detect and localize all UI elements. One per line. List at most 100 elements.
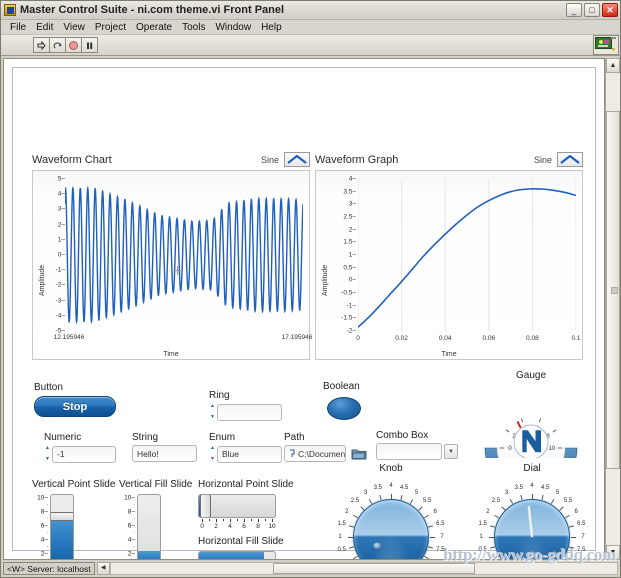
combo-box-label: Combo Box xyxy=(376,430,429,441)
combo-box-input[interactable] xyxy=(376,443,442,460)
ytick: -2– xyxy=(55,281,65,289)
numeric-input[interactable]: -1 xyxy=(52,445,116,463)
menu-help[interactable]: Help xyxy=(257,22,288,33)
gauge-face[interactable]: 0246810 xyxy=(476,384,586,458)
ytick: -0.5– xyxy=(341,289,356,297)
string-label: String xyxy=(132,432,159,443)
scale-tick-label: 7 xyxy=(440,534,444,540)
numeric-control: Numeric ▲ ▼ -1 xyxy=(44,432,116,463)
scale-tick-mark xyxy=(424,514,429,519)
chevron-down-icon[interactable]: ▼ xyxy=(444,444,458,459)
vertical-scroll-track[interactable] xyxy=(606,73,620,545)
pause-icon[interactable] xyxy=(81,37,98,53)
menu-window[interactable]: Window xyxy=(211,22,257,33)
vertical-point-slide-thumb[interactable] xyxy=(51,512,73,522)
vertical-scrollbar[interactable]: ▲ ▼ xyxy=(605,58,620,560)
front-panel-canvas: Waveform Chart Sine Amplitude 5– 4– 3– 2– 1–… xyxy=(3,58,605,560)
close-button[interactable]: ✕ xyxy=(602,3,618,17)
path-input[interactable]: C:\Documents xyxy=(284,445,346,462)
stepper-down-icon[interactable]: ▼ xyxy=(209,456,216,463)
waveform-chart-plot[interactable]: Amplitude 5– 4– 3– 2– 1– 0– -1– -2– -3– -4– -5– 12… xyxy=(32,170,312,360)
ring-row: ▲ ▼ xyxy=(209,403,282,421)
xtick: 0.04 xyxy=(438,335,452,342)
scale-tick-mark xyxy=(400,494,403,500)
knob-face[interactable]: 00.511.522.533.544.555.566.577.588.599.5… xyxy=(329,477,453,559)
enum-label: Enum xyxy=(209,432,236,443)
scale-tick-label: 7 xyxy=(581,534,585,540)
menu-operate[interactable]: Operate xyxy=(132,22,178,33)
abort-execution-icon[interactable] xyxy=(65,37,82,53)
waveform-graph-header: Waveform Graph Sine xyxy=(315,151,583,168)
dial-face[interactable]: 00.511.522.533.544.555.566.577.588.599.5… xyxy=(470,477,594,559)
horizontal-point-slide-scale: 0 2 4 6 8 10 xyxy=(198,519,276,531)
ring-stepper[interactable]: ▲ ▼ xyxy=(209,403,216,421)
ytick: -1– xyxy=(346,302,356,310)
stop-button[interactable]: Stop xyxy=(34,396,116,417)
run-arrow-icon[interactable] xyxy=(33,37,50,53)
boolean-led-button[interactable] xyxy=(327,397,361,420)
run-continuously-icon[interactable] xyxy=(49,37,66,53)
enum-input[interactable]: Blue xyxy=(217,445,282,463)
scale-tick-label: 5 xyxy=(555,489,560,496)
slide-tick-mark xyxy=(216,519,217,522)
svg-text:10: 10 xyxy=(549,446,556,452)
ytick: 0.5– xyxy=(343,264,356,272)
menu-view[interactable]: View xyxy=(59,22,91,33)
stepper-up-icon[interactable]: ▲ xyxy=(209,445,216,452)
menu-file[interactable]: File xyxy=(6,22,32,33)
ring-input[interactable] xyxy=(217,403,282,421)
string-control: String Hello! xyxy=(132,432,197,462)
horizontal-scroll-track[interactable] xyxy=(109,562,618,575)
ytick: 0– xyxy=(348,276,356,284)
browse-folder-button[interactable] xyxy=(350,446,368,462)
stepper-up-icon[interactable]: ▲ xyxy=(209,403,216,410)
minimize-button[interactable]: _ xyxy=(566,3,582,17)
vi-icon-large[interactable] xyxy=(593,35,619,55)
ytick: -2– xyxy=(346,327,356,335)
scale-tick-mark xyxy=(558,505,564,511)
menu-project[interactable]: Project xyxy=(91,22,132,33)
vertical-scroll-thumb[interactable] xyxy=(606,110,620,470)
stepper-down-icon[interactable]: ▼ xyxy=(209,414,216,421)
menu-tools[interactable]: Tools xyxy=(178,22,211,33)
ytick: -4– xyxy=(55,312,65,320)
numeric-stepper[interactable]: ▲ ▼ xyxy=(44,445,51,463)
waveform-chart-header: Waveform Chart Sine xyxy=(32,151,310,168)
scale-tick-label: 2.5 xyxy=(350,497,360,504)
stepper-up-icon[interactable]: ▲ xyxy=(44,445,51,452)
vertical-fill-slide-track[interactable] xyxy=(137,494,161,559)
stepper-down-icon[interactable]: ▼ xyxy=(44,456,51,463)
labview-front-panel-window: Master Control Suite - ni.com theme.vi F… xyxy=(0,0,621,578)
horizontal-fill-slide-track[interactable] xyxy=(198,551,276,559)
title-bar: Master Control Suite - ni.com theme.vi F… xyxy=(1,1,620,20)
slide-tick: 8– xyxy=(40,508,48,516)
slide-tick: 4 xyxy=(228,523,232,530)
scroll-down-icon[interactable]: ▼ xyxy=(606,545,620,560)
scale-tick-label: 5.5 xyxy=(422,497,432,504)
string-input[interactable]: Hello! xyxy=(132,445,197,462)
waveform-graph-plot[interactable]: Amplitude 4– 3.5– 3– 2.5– 2– 1.5– 1– 0.5– 0– -0.5… xyxy=(315,170,583,360)
horizontal-point-slide-track[interactable] xyxy=(198,494,276,518)
numeric-label: Numeric xyxy=(44,432,82,443)
horizontal-point-slide-body: 0 2 4 6 8 10 xyxy=(198,494,294,531)
slide-minor-tick: · xyxy=(46,544,48,550)
enum-stepper[interactable]: ▲ ▼ xyxy=(209,445,216,463)
plot-style-icon[interactable] xyxy=(557,152,583,167)
menu-edit[interactable]: Edit xyxy=(32,22,59,33)
slide-tick: 6– xyxy=(40,522,48,530)
scroll-left-icon[interactable]: ◀ xyxy=(96,562,110,575)
plot-style-icon[interactable] xyxy=(284,152,310,167)
scale-tick-mark xyxy=(565,555,570,559)
horizontal-point-slide-thumb[interactable] xyxy=(200,495,212,517)
ytick: 5– xyxy=(57,175,65,183)
horizontal-scroll-thumb[interactable] xyxy=(272,563,476,574)
scale-tick-label: 6.5 xyxy=(577,520,586,527)
maximize-button[interactable]: □ xyxy=(584,3,600,17)
ytick: 4– xyxy=(348,175,356,183)
vertical-point-slide-track[interactable] xyxy=(50,494,74,559)
ytick: 2– xyxy=(348,226,356,234)
scale-tick-mark xyxy=(489,546,495,549)
knob-surface[interactable] xyxy=(353,499,429,559)
horizontal-scrollbar[interactable]: ◀ xyxy=(96,562,618,576)
scroll-up-icon[interactable]: ▲ xyxy=(606,58,620,73)
